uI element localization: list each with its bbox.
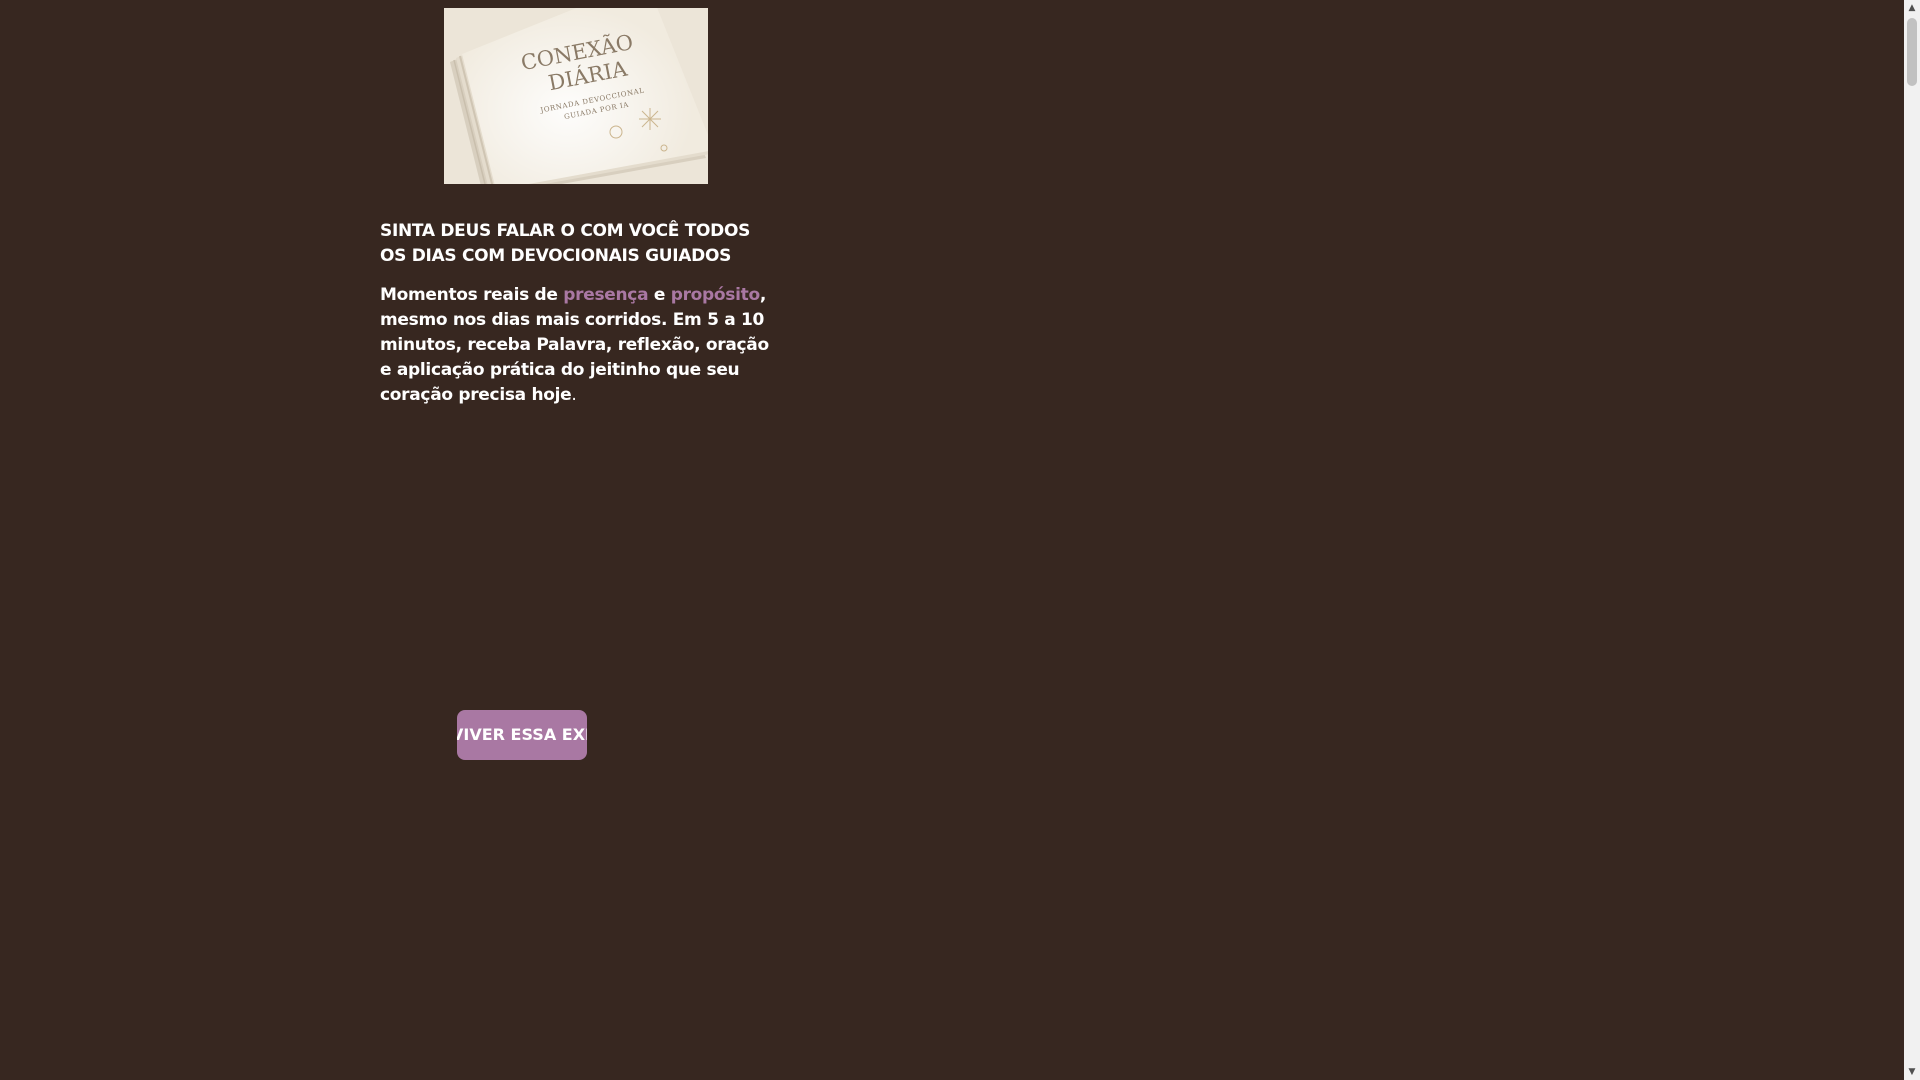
book-cover-image: CONEXÃO DIÁRIA JORNADA DEVOCCIONAL GUIAD… — [444, 8, 708, 184]
vertical-scrollbar[interactable]: ▲ ▼ — [1904, 0, 1920, 1080]
intro-paragraph: Momentos reais de presença e propósito, … — [380, 283, 770, 408]
page: CONEXÃO DIÁRIA JORNADA DEVOCCIONAL GUIAD… — [0, 0, 1920, 1080]
scroll-down-arrow-icon[interactable]: ▼ — [1904, 1064, 1920, 1080]
intro-text-part2: e — [648, 285, 671, 305]
cta-button[interactable]: QUERO VIVER ESSA EXPERIÊNCIA — [457, 710, 587, 760]
scroll-up-arrow-icon[interactable]: ▲ — [1904, 0, 1920, 16]
highlight-proposito: propósito — [670, 285, 760, 305]
intro-text-part1: Momentos reais de — [380, 285, 564, 305]
intro-period: . — [571, 385, 577, 405]
page-headline: SINTA DEUS FALAR O COM VOCÊ TODOS OS DIA… — [380, 221, 751, 266]
scrollbar-thumb[interactable] — [1907, 18, 1917, 86]
highlight-presenca: presença — [563, 285, 649, 305]
cta-label: QUERO VIVER ESSA EXPERIÊNCIA — [457, 725, 587, 744]
